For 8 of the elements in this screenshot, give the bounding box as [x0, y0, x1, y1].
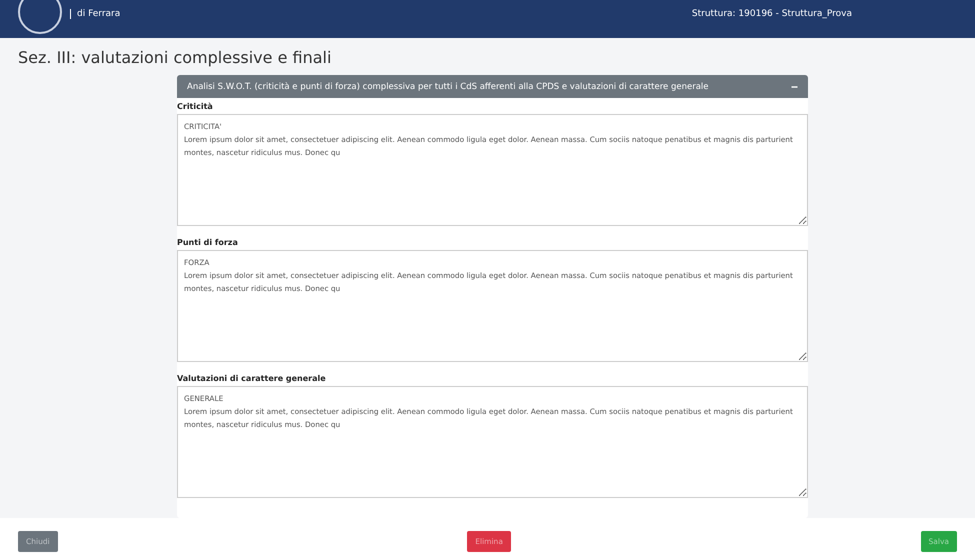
field-label: Criticità	[177, 102, 214, 111]
collapse-button[interactable]: −	[790, 80, 798, 94]
field-label: Punti di forza	[177, 238, 239, 247]
page-title: Sez. III: valutazioni complessive e finali	[18, 48, 332, 67]
field-label: Valutazioni di carattere generale	[177, 374, 327, 383]
institution-name: di Ferrara	[70, 9, 120, 19]
structure-label: Struttura: 190196 - Struttura_Prova	[692, 9, 852, 19]
panel-title: Analisi S.W.O.T. (criticità e punti di forza) complessiva per tutti i CdS afferenti alla CPDS e valutazioni di carattere generale	[187, 82, 709, 92]
